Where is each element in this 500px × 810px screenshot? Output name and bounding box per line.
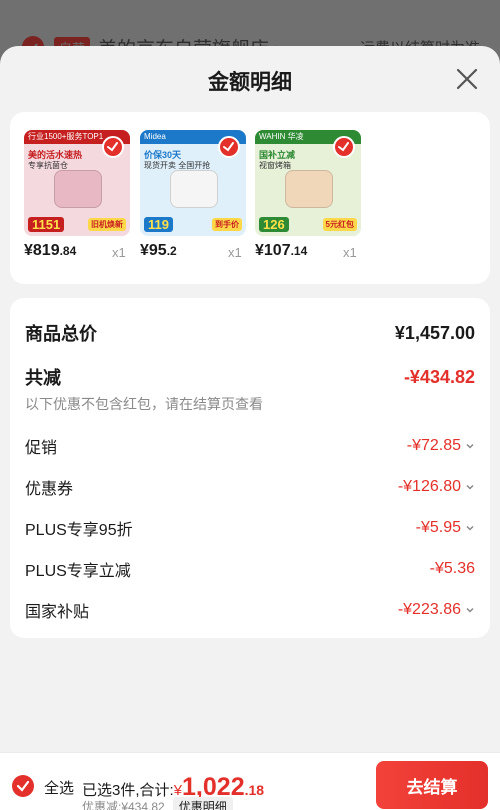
discount-item-label: 促销	[25, 440, 58, 457]
close-button[interactable]	[454, 66, 480, 92]
amount-detail-sheet: 金额明细 行业1500+服务TOP1 美的活水速热 专享抗菌仓 1151 旧机焕…	[0, 46, 500, 810]
select-all-label[interactable]: 全选	[44, 777, 74, 798]
select-all-checkbox[interactable]	[12, 775, 34, 797]
product-thumbnail[interactable]: Midea 价保30天 现货开卖 全国开抢 119 到手价	[140, 130, 246, 236]
sheet-title: 金额明细	[208, 71, 292, 94]
total-amount-decimal: .18	[244, 782, 265, 798]
product-price-decimal: .2	[166, 244, 177, 258]
product-price-integer: ¥107	[255, 242, 291, 259]
product-item[interactable]: WAHIN 华凌 国补立减 视窗烤箱 126 5元红包 ¥107 .14 x1	[255, 130, 361, 260]
product-price-decimal: .14	[290, 244, 308, 258]
total-value: ¥1,457.00	[394, 322, 475, 343]
product-thumbnail[interactable]: 行业1500+服务TOP1 美的活水速热 专享抗菌仓 1151 旧机焕新	[24, 130, 130, 236]
discount-item-value: -¥72.85	[406, 437, 461, 454]
chevron-down-icon[interactable]	[465, 523, 475, 533]
discount-item-value: -¥5.36	[429, 560, 475, 577]
check-icon	[223, 142, 234, 152]
check-icon	[16, 780, 30, 792]
product-device-shape	[54, 170, 102, 208]
discount-text: 优惠减:¥434.82	[82, 800, 165, 810]
check-icon	[338, 142, 349, 152]
product-price-integer: ¥819	[24, 242, 60, 259]
discount-item-value-wrap: -¥72.85	[407, 437, 475, 455]
reduce-label: 共减	[25, 368, 61, 388]
discount-item-label: PLUS专享立减	[25, 563, 131, 580]
product-selected-check[interactable]	[333, 136, 355, 158]
discount-item-label: 优惠券	[25, 481, 74, 498]
reduce-value: -¥434.82	[403, 366, 475, 387]
thumb-sub: 视窗烤箱	[259, 161, 291, 170]
check-icon	[107, 142, 118, 152]
discount-item-row: PLUS专享立减 -¥5.36	[25, 557, 475, 581]
discount-item-value-wrap: -¥5.36	[430, 560, 475, 578]
checkout-button[interactable]: 去结算	[376, 761, 488, 809]
products-card: 行业1500+服务TOP1 美的活水速热 专享抗菌仓 1151 旧机焕新 ¥81…	[10, 112, 490, 284]
thumb-promo-price: 119	[144, 217, 173, 232]
product-thumbnail[interactable]: WAHIN 华凌 国补立减 视窗烤箱 126 5元红包	[255, 130, 361, 236]
total-label: 商品总价	[25, 324, 97, 344]
chevron-down-icon[interactable]	[465, 605, 475, 615]
product-price-decimal: .84	[59, 244, 77, 258]
reduce-note: 以下优惠不包含红包，请在结算页查看	[25, 396, 263, 412]
discount-detail-button[interactable]: 优惠明细	[172, 797, 233, 810]
discount-line: 优惠减:¥434.82 优惠明细	[82, 797, 233, 810]
discount-item-label: 国家补贴	[25, 604, 90, 621]
checkout-bar: 全选 已选3件,合计: ¥ 1,022 .18 优惠减:¥434.82 优惠明细…	[0, 752, 500, 810]
discount-item-row[interactable]: 促销 -¥72.85	[25, 434, 475, 458]
discount-item-value-wrap: -¥5.95	[416, 519, 475, 537]
discount-item-row[interactable]: 国家补贴 -¥223.86	[25, 598, 475, 622]
product-device-shape	[170, 170, 218, 208]
product-quantity: x1	[343, 245, 357, 260]
product-item[interactable]: Midea 价保30天 现货开卖 全国开抢 119 到手价 ¥95 .2 x1	[140, 130, 246, 260]
product-price-integer: ¥95	[140, 242, 167, 259]
chevron-down-icon[interactable]	[465, 482, 475, 492]
thumb-tag: 到手价	[212, 218, 242, 231]
discount-item-label: PLUS专享95折	[25, 522, 133, 539]
total-row: 商品总价 ¥1,457.00	[25, 320, 475, 346]
product-device-shape	[285, 170, 333, 208]
product-selected-check[interactable]	[218, 136, 240, 158]
discount-item-value: -¥126.80	[397, 478, 461, 495]
chevron-down-icon[interactable]	[465, 441, 475, 451]
discount-item-row[interactable]: 优惠券 -¥126.80	[25, 475, 475, 499]
product-selected-check[interactable]	[102, 136, 124, 158]
price-summary-card: 商品总价 ¥1,457.00 共减 -¥434.82 以下优惠不包含红包，请在结…	[10, 298, 490, 638]
thumb-tag: 5元红包	[322, 218, 357, 231]
product-quantity: x1	[228, 245, 242, 260]
thumb-promo-price: 1151	[28, 217, 65, 232]
discount-item-value: -¥223.86	[397, 601, 461, 618]
reduce-row: 共减 -¥434.82	[25, 364, 475, 390]
close-icon	[456, 68, 478, 90]
product-item[interactable]: 行业1500+服务TOP1 美的活水速热 专享抗菌仓 1151 旧机焕新 ¥81…	[24, 130, 130, 260]
product-quantity: x1	[112, 245, 126, 260]
discount-item-value-wrap: -¥126.80	[398, 478, 475, 496]
thumb-promo-price: 126	[259, 217, 289, 232]
discount-item-row[interactable]: PLUS专享95折 -¥5.95	[25, 516, 475, 540]
discount-item-value: -¥5.95	[415, 519, 461, 536]
discount-item-value-wrap: -¥223.86	[398, 601, 475, 619]
thumb-tag: 旧机焕新	[88, 218, 126, 231]
